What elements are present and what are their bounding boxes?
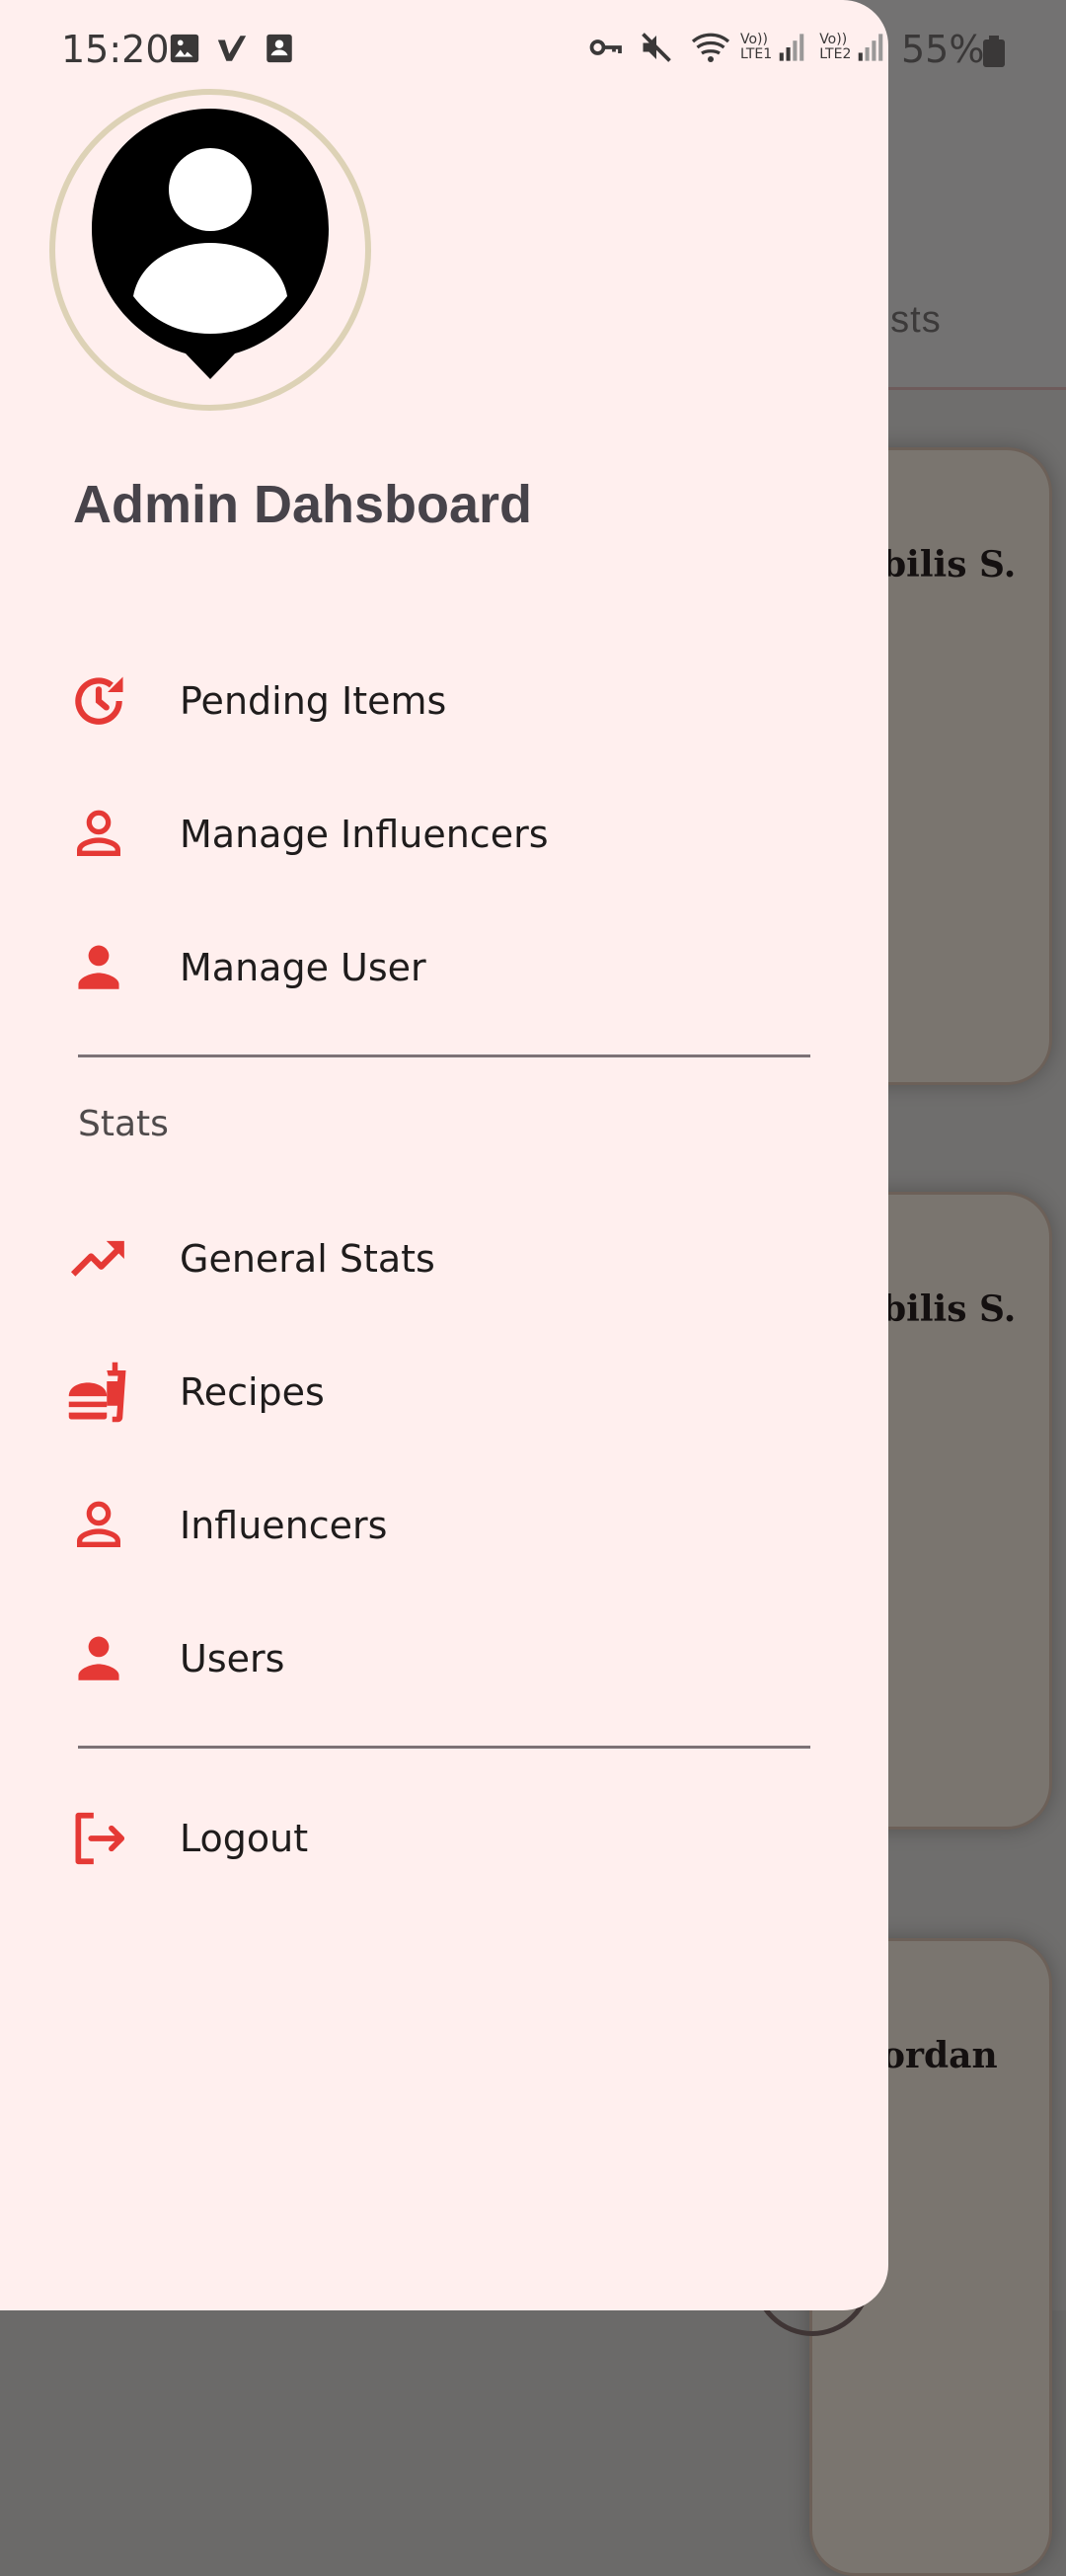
check-v-icon	[215, 32, 249, 65]
menu-item-label: Logout	[180, 1817, 309, 1860]
fastfood-icon	[59, 1353, 138, 1432]
menu-item-label: Manage Influencers	[180, 813, 549, 856]
volte-label: Vo))	[740, 32, 768, 47]
menu-item-recipes[interactable]: Recipes	[59, 1338, 839, 1446]
navigation-drawer: Admin Dahsboard Pending Items Manage Inf…	[0, 0, 888, 2310]
lte1-label: LTE1	[740, 46, 773, 62]
person-icon	[59, 1619, 138, 1698]
notification-icons	[168, 32, 296, 65]
battery-icon	[983, 36, 1005, 67]
person-outline-icon	[59, 795, 138, 874]
logout-icon	[59, 1799, 138, 1878]
mute-icon	[638, 30, 675, 65]
drawer-title: Admin Dahsboard	[73, 475, 533, 534]
menu-item-logout[interactable]: Logout	[59, 1784, 839, 1893]
account-pin-icon	[92, 109, 329, 379]
menu-item-label: Influencers	[180, 1504, 388, 1547]
menu-item-label: Manage User	[180, 946, 426, 989]
battery-percent: 55%	[901, 28, 985, 71]
person-outline-icon	[59, 1486, 138, 1565]
vpn-key-icon	[586, 30, 624, 65]
background-card-name: bilis S.	[881, 544, 1017, 585]
divider	[78, 1746, 810, 1749]
gallery-icon	[168, 32, 201, 65]
background-card-name: bilis S.	[881, 1288, 1017, 1330]
background-card-name: ordan	[881, 2035, 998, 2076]
lte2-label: LTE2	[819, 46, 852, 62]
trending-up-icon	[59, 1219, 138, 1298]
status-time: 15:20	[61, 28, 170, 71]
menu-item-general-stats[interactable]: General Stats	[59, 1205, 839, 1313]
menu-item-manage-influencers[interactable]: Manage Influencers	[59, 780, 839, 889]
menu-item-manage-user[interactable]: Manage User	[59, 913, 839, 1022]
menu-item-label: Recipes	[180, 1370, 325, 1414]
avatar	[49, 89, 371, 411]
menu-item-label: Pending Items	[180, 679, 447, 723]
menu-item-label: Users	[180, 1637, 285, 1680]
menu-item-label: General Stats	[180, 1237, 435, 1281]
contact-icon	[263, 32, 296, 65]
clock-refresh-icon	[59, 662, 138, 741]
divider	[78, 1054, 810, 1057]
lte1-signal-icon: Vo)) LTE1	[740, 33, 805, 62]
section-header-stats: Stats	[78, 1104, 169, 1144]
volte-label: Vo))	[819, 32, 848, 47]
menu-item-pending-items[interactable]: Pending Items	[59, 647, 839, 755]
menu-item-users[interactable]: Users	[59, 1604, 839, 1713]
person-icon	[59, 928, 138, 1007]
system-icons: Vo)) LTE1 Vo)) LTE2	[586, 30, 884, 65]
status-bar: 15:20 Vo)) LTE1 Vo)) LTE2 55%	[0, 0, 1066, 99]
wifi-icon	[689, 30, 730, 65]
menu-item-influencers[interactable]: Influencers	[59, 1471, 839, 1580]
lte2-signal-icon: Vo)) LTE2	[819, 33, 884, 62]
